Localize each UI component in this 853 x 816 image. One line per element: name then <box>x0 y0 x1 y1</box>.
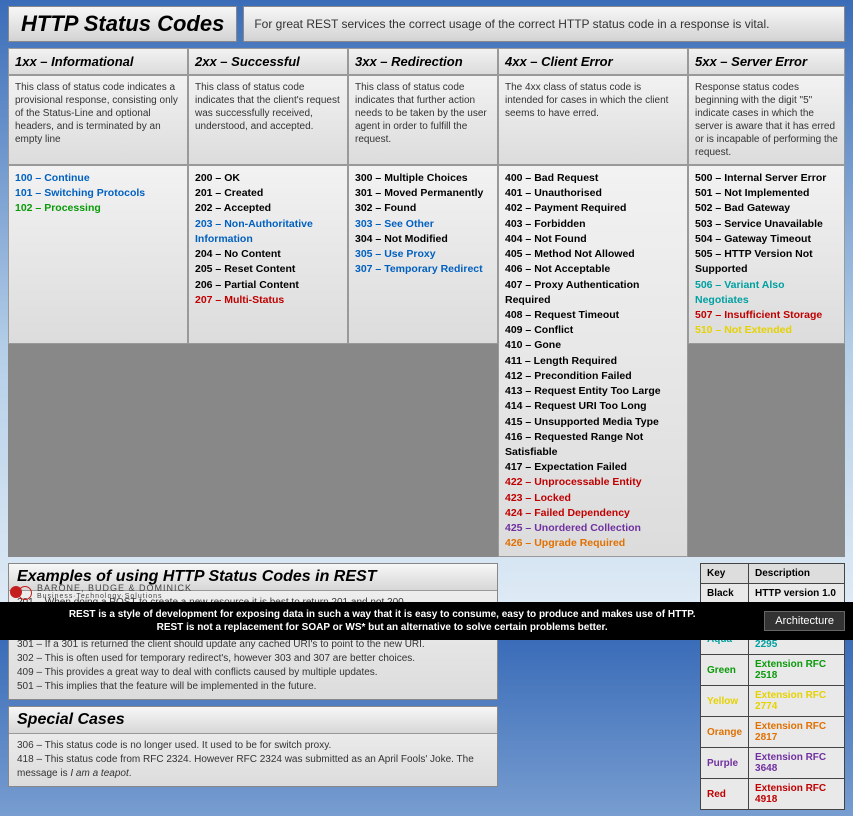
key-legend: Key Description BlackHTTP version 1.0Blu… <box>700 563 845 810</box>
special-title: Special Cases <box>9 707 497 734</box>
codes-1xx: 100 – Continue101 – Switching Protocols1… <box>8 165 188 344</box>
status-grid: 1xx – Informational 2xx – Successful 3xx… <box>8 48 845 557</box>
col-header-1xx: 1xx – Informational <box>8 48 188 75</box>
codes-2xx: 200 – OK201 – Created202 – Accepted203 –… <box>188 165 348 344</box>
footer-text: REST is a style of development for expos… <box>0 608 764 634</box>
col-header-3xx: 3xx – Redirection <box>348 48 498 75</box>
key-header-key: Key <box>701 564 749 584</box>
special-section: Special Cases 306 – This status code is … <box>8 706 498 787</box>
logo-icon <box>10 584 32 600</box>
footer-bar: REST is a style of development for expos… <box>0 602 853 640</box>
col-header-2xx: 2xx – Successful <box>188 48 348 75</box>
special-body: 306 – This status code is no longer used… <box>9 734 497 786</box>
codes-5xx: 500 – Internal Server Error501 – Not Imp… <box>688 165 845 344</box>
col-desc-2xx: This class of status code indicates that… <box>188 75 348 165</box>
page-title-box: HTTP Status Codes <box>8 6 237 42</box>
logo-name: BARONE, BUDGE & DOMINICK <box>37 583 192 593</box>
col-desc-1xx: This class of status code indicates a pr… <box>8 75 188 165</box>
key-header-desc: Description <box>749 564 845 584</box>
page-subtitle: For great REST services the correct usag… <box>243 6 845 42</box>
key-table: Key Description BlackHTTP version 1.0Blu… <box>700 563 845 810</box>
codes-4xx: 400 – Bad Request401 – Unauthorised402 –… <box>498 165 688 557</box>
company-logo: BARONE, BUDGE & DOMINICK Business∙Techno… <box>10 583 192 600</box>
col-header-4xx: 4xx – Client Error <box>498 48 688 75</box>
col-header-5xx: 5xx – Server Error <box>688 48 845 75</box>
page-title: HTTP Status Codes <box>21 11 224 37</box>
col-desc-5xx: Response status codes beginning with the… <box>688 75 845 165</box>
col-desc-4xx: The 4xx class of status code is intended… <box>498 75 688 165</box>
logo-tagline: Business∙Technology∙Solutions <box>37 593 192 600</box>
footer-badge: Architecture <box>764 611 845 631</box>
codes-3xx: 300 – Multiple Choices301 – Moved Perman… <box>348 165 498 344</box>
col-desc-3xx: This class of status code indicates that… <box>348 75 498 165</box>
